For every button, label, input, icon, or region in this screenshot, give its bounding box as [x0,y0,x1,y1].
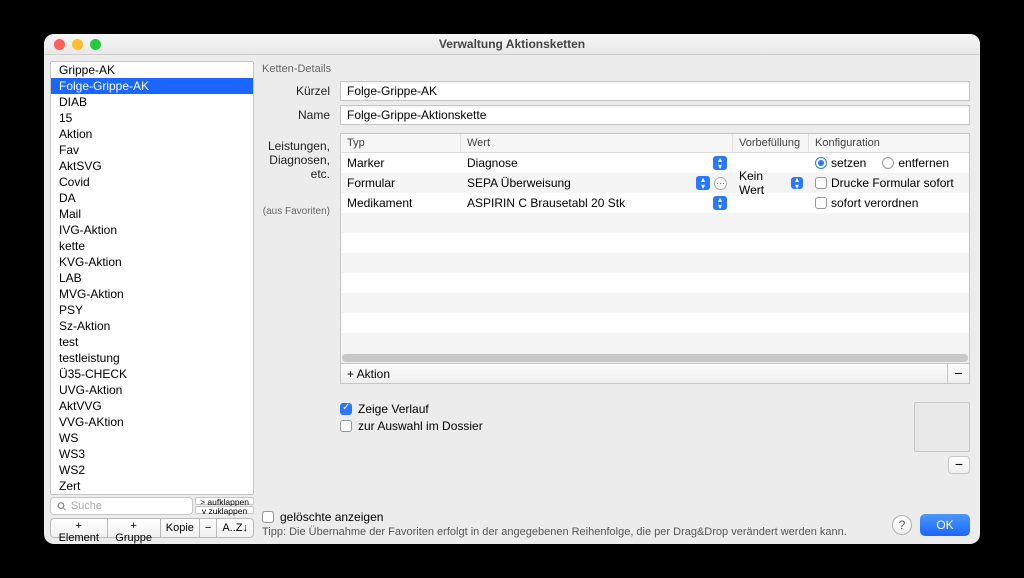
name-label: Name [260,108,340,122]
window: Verwaltung Aktionsketten Grippe-AKFolge-… [44,34,980,544]
add-action-bar: + Aktion − [340,364,970,384]
list-item[interactable]: WS3 [51,446,253,462]
help-button[interactable]: ? [892,515,912,535]
rows-side-label: Leistungen, Diagnosen, etc. (aus Favorit… [260,133,340,474]
kuerzel-label: Kürzel [260,84,340,98]
add-element-button[interactable]: + Element [50,518,107,538]
remove-thumbnail-button[interactable]: − [948,456,970,474]
list-item[interactable]: AktVVG [51,398,253,414]
copy-button[interactable]: Kopie [160,518,199,538]
add-action-button[interactable]: + Aktion [341,367,947,381]
horizontal-scrollbar[interactable] [341,353,969,363]
list-item[interactable]: MVG-Aktion [51,286,253,302]
add-group-button[interactable]: + Gruppe [107,518,160,538]
content: Grippe-AKFolge-Grippe-AKDIAB15AktionFavA… [44,55,980,544]
col-wert: Wert [461,134,733,152]
titlebar: Verwaltung Aktionsketten [44,34,980,55]
preview-thumbnail [914,402,970,452]
list-item[interactable]: PSY [51,302,253,318]
name-field[interactable] [340,105,970,125]
search-icon [57,501,67,512]
expand-button[interactable]: > aufklappen [195,497,254,505]
list-item[interactable]: Folge-Grippe-AK [51,78,253,94]
list-item[interactable]: WS [51,430,253,446]
list-item[interactable]: testleistung [51,350,253,366]
ok-button[interactable]: OK [920,514,970,536]
list-item[interactable]: 15 [51,110,253,126]
window-title: Verwaltung Aktionsketten [44,37,980,51]
remove-action-button[interactable]: − [947,364,969,383]
checkbox[interactable] [815,197,827,209]
dropdown-icon[interactable]: ▴▾ [791,177,803,189]
radio-setzen[interactable] [815,157,827,169]
kuerzel-field[interactable] [340,81,970,101]
checkbox-show-deleted[interactable] [262,511,274,523]
list-item[interactable]: Grippe-AK [51,62,253,78]
sort-button[interactable]: A..Z↓ [216,518,254,538]
tip-text: Tipp: Die Übernahme der Favoriten erfolg… [262,526,892,538]
list-item[interactable]: Covid [51,174,253,190]
col-vor: Vorbefüllung [733,134,809,152]
table-row[interactable]: Marker Diagnose▴▾ setzen entfernen [341,153,969,173]
list-item[interactable]: AktSVG [51,158,253,174]
list-item[interactable]: WS2 [51,462,253,478]
checkbox[interactable] [815,177,827,189]
list-item[interactable]: Zert [51,478,253,494]
list-item[interactable]: kette [51,238,253,254]
chain-list[interactable]: Grippe-AKFolge-Grippe-AKDIAB15AktionFavA… [50,61,254,495]
list-toolbar: + Element + Gruppe Kopie − A..Z↓ [50,518,254,538]
dropdown-icon[interactable]: ▴▾ [713,156,727,170]
col-konf: Konfiguration [809,134,969,152]
right-panel: Ketten-Details Kürzel Name Leistungen, D… [260,61,974,538]
actions-table: Typ Wert Vorbefüllung Konfiguration Mark… [340,133,970,364]
collapse-button[interactable]: v zuklappen [195,506,254,514]
list-item[interactable]: Ü35-CHECK [51,366,253,382]
dropdown-icon[interactable]: ▴▾ [696,176,710,190]
left-panel: Grippe-AKFolge-Grippe-AKDIAB15AktionFavA… [50,61,254,538]
table-row[interactable]: Medikament ASPIRIN C Brausetabl 20 Stk▴▾… [341,193,969,213]
more-icon[interactable]: ⋯ [714,177,727,190]
list-item[interactable]: DIAB [51,94,253,110]
list-item[interactable]: Aktion [51,126,253,142]
list-item[interactable]: LAB [51,270,253,286]
list-item[interactable]: test [51,334,253,350]
table-row[interactable]: Formular SEPA Überweisung▴▾⋯ Kein Wert▴▾… [341,173,969,193]
search-input-wrap[interactable] [50,497,193,515]
list-item[interactable]: Fav [51,142,253,158]
dropdown-icon[interactable]: ▴▾ [713,196,727,210]
remove-button[interactable]: − [199,518,216,538]
radio-entfernen[interactable] [882,157,894,169]
list-item[interactable]: IVG-Aktion [51,222,253,238]
list-item[interactable]: DA [51,190,253,206]
table-body: Marker Diagnose▴▾ setzen entfernen [341,153,969,353]
checkbox-verlauf[interactable] [340,403,352,415]
list-item[interactable]: KVG-Aktion [51,254,253,270]
list-item[interactable]: Sz-Aktion [51,318,253,334]
col-typ: Typ [341,134,461,152]
list-item[interactable]: Mail [51,206,253,222]
list-item[interactable]: VVG-AKtion [51,414,253,430]
checkbox-dossier[interactable] [340,420,352,432]
search-input[interactable] [71,500,186,512]
details-group-label: Ketten-Details [262,63,970,75]
footer: gelöschte anzeigen Tipp: Die Übernahme d… [260,506,970,538]
list-item[interactable]: UVG-Aktion [51,382,253,398]
options-checks: Zeige Verlauf zur Auswahl im Dossier [340,402,906,474]
